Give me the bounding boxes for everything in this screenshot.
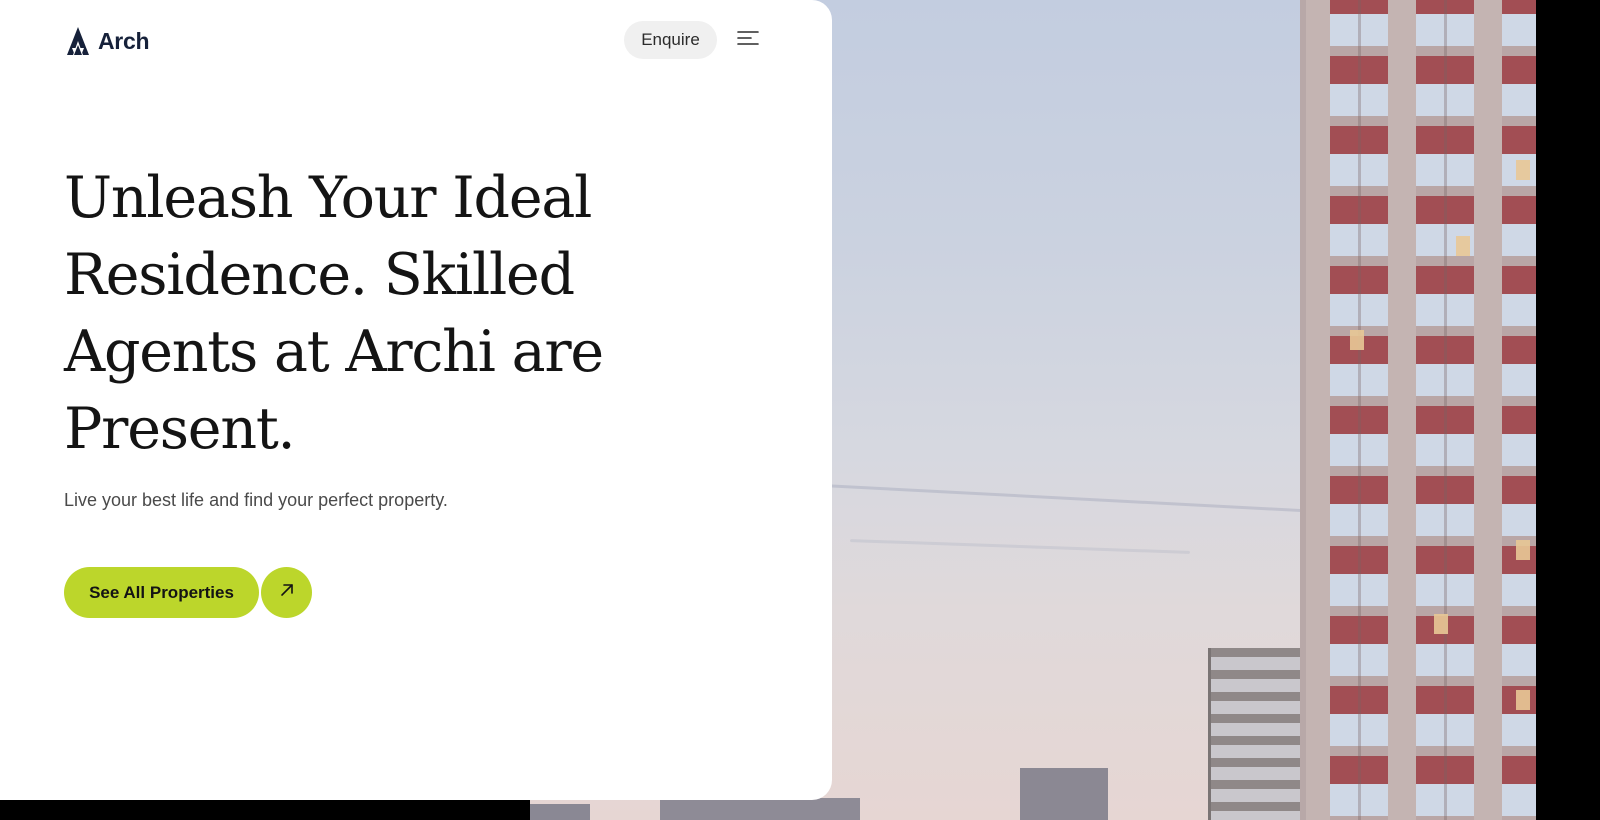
see-all-properties-button[interactable]: See All Properties	[64, 567, 259, 618]
viewport-edge	[1536, 0, 1600, 820]
menu-button[interactable]	[734, 28, 762, 52]
hero-headline: Unleash Your Ideal Residence. Skilled Ag…	[64, 165, 604, 462]
hero-card: Arch Enquire Unleash Your Ideal Residenc…	[0, 0, 832, 800]
arch-a-logo-icon	[64, 26, 94, 56]
tower-mullion	[1358, 0, 1361, 820]
menu-icon	[737, 30, 759, 51]
lit-window	[1516, 540, 1530, 560]
skyline-building	[660, 798, 860, 820]
lit-window	[1516, 160, 1530, 180]
tower-mullion	[1444, 0, 1447, 820]
skyline-building	[1020, 768, 1108, 820]
brand-name: Arch	[98, 27, 150, 54]
mid-rise-building	[1208, 648, 1307, 820]
viewport-edge	[0, 800, 530, 820]
enquire-button[interactable]: Enquire	[624, 21, 717, 59]
page: Arch Enquire Unleash Your Ideal Residenc…	[0, 0, 1600, 820]
lit-window	[1456, 236, 1470, 256]
lit-window	[1516, 690, 1530, 710]
see-all-properties-arrow-button[interactable]	[261, 567, 312, 618]
brand-logo[interactable]: Arch	[64, 24, 150, 58]
cloud-streak	[850, 539, 1190, 554]
hero-subtext: Live your best life and find your perfec…	[64, 490, 448, 510]
arrow-up-right-icon	[279, 582, 295, 603]
skyline-building	[530, 804, 590, 820]
lit-window	[1434, 614, 1448, 634]
high-rise-tower	[1300, 0, 1536, 820]
cloud-streak	[830, 484, 1350, 515]
lit-window	[1350, 330, 1364, 350]
